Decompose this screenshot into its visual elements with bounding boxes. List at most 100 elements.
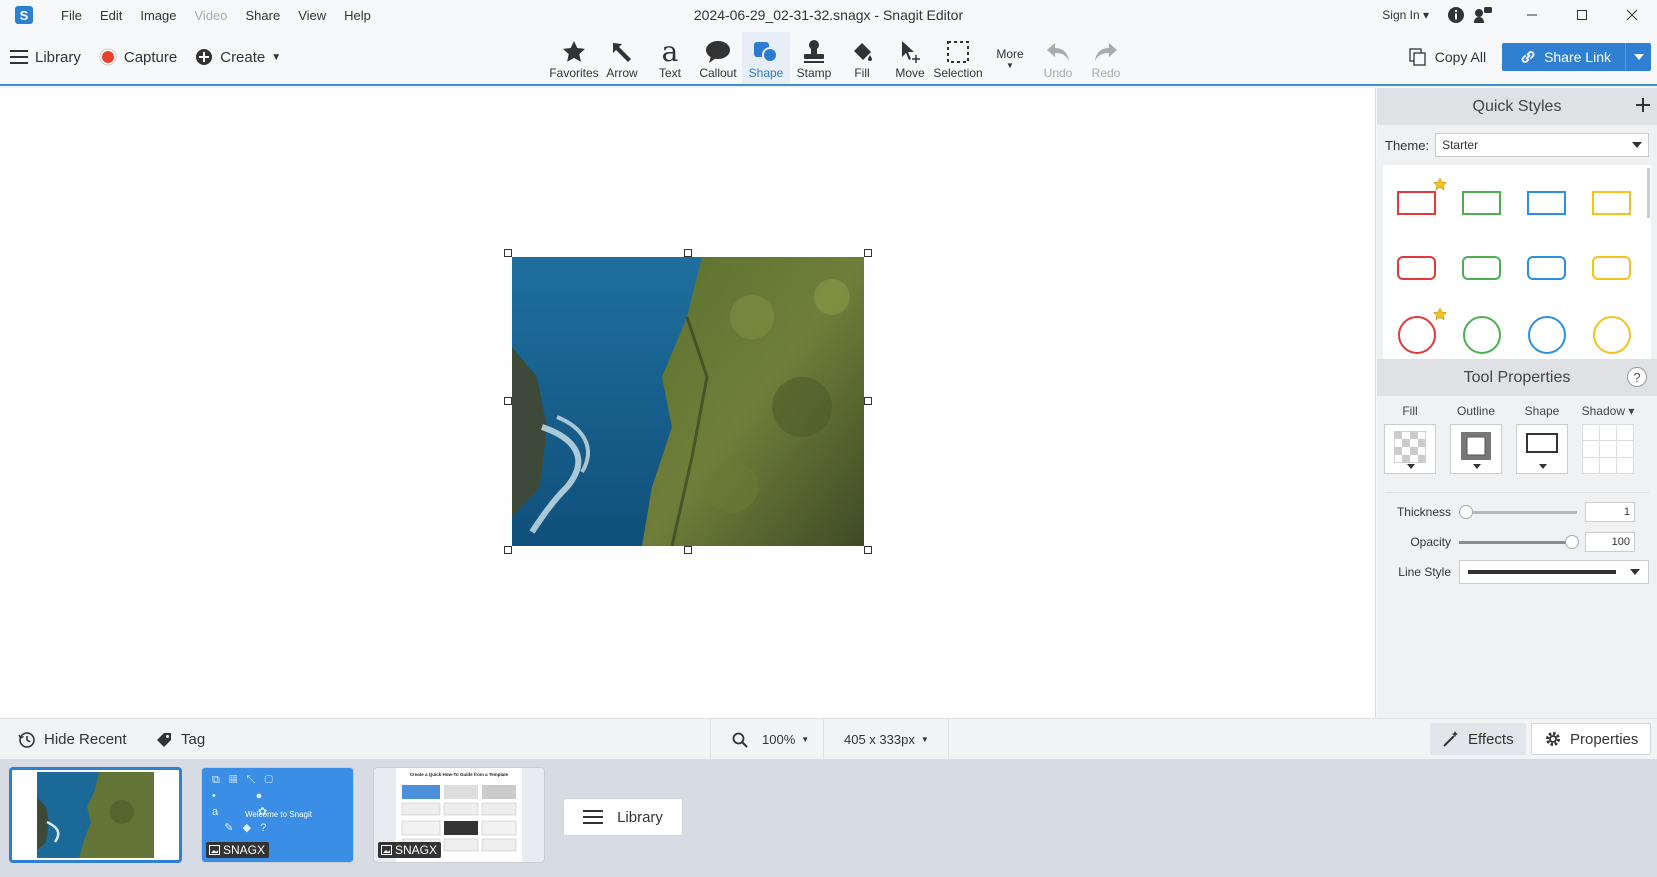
resize-handle-r[interactable]: [864, 397, 872, 405]
chevron-down-icon: ▼: [920, 735, 929, 744]
style-circle-green[interactable]: [1463, 316, 1501, 354]
maximize-button[interactable]: [1557, 0, 1607, 30]
resize-handle-t[interactable]: [684, 249, 692, 257]
shadow-grid[interactable]: [1582, 424, 1634, 474]
tool-move-label: Move: [895, 66, 925, 80]
right-panel: Quick Styles Theme: Starter Tool Propert…: [1377, 88, 1657, 718]
tool-properties-title: Tool Properties: [1463, 368, 1571, 386]
tool-move[interactable]: Move: [886, 32, 934, 84]
style-rounded-blue[interactable]: [1527, 256, 1566, 280]
copy-all-button[interactable]: Copy All: [1409, 48, 1486, 66]
style-rect-green[interactable]: [1462, 191, 1501, 215]
menu-image[interactable]: Image: [131, 8, 185, 23]
thumb-doc-title: Create a Quick How-To Guide from a Templ…: [409, 772, 509, 777]
style-circle-blue[interactable]: [1528, 316, 1566, 354]
thickness-input[interactable]: 1: [1585, 502, 1635, 522]
tool-undo-label: Undo: [1043, 66, 1073, 80]
tool-text-label: Text: [658, 66, 681, 80]
recent-captures-tray: Welcome to Snagit ⧉ ▦ ↖ ▢ • ● a ✿ ✎ ◆ ? SN…: [0, 759, 1657, 877]
sign-in-button[interactable]: Sign In ▾: [1382, 8, 1429, 22]
capture-button[interactable]: Capture: [99, 48, 177, 66]
thickness-slider[interactable]: [1459, 504, 1577, 519]
tool-text[interactable]: a Text: [646, 32, 694, 84]
share-link-button[interactable]: Share Link: [1502, 43, 1625, 71]
shadow-property[interactable]: Shadow ▾: [1575, 404, 1641, 486]
menu-video[interactable]: Video: [186, 8, 237, 23]
shape-swatch[interactable]: [1516, 424, 1568, 474]
history-icon: [18, 731, 35, 748]
tool-shape[interactable]: Shape: [742, 32, 790, 84]
help-icon[interactable]: ?: [1627, 367, 1647, 387]
style-circle-yellow[interactable]: [1593, 316, 1631, 354]
thickness-label: Thickness: [1396, 505, 1451, 519]
info-icon[interactable]: [1447, 6, 1465, 24]
resize-handle-l[interactable]: [504, 397, 512, 405]
dimensions-control[interactable]: 405 x 333px ▼: [844, 719, 929, 760]
quick-styles-title: Quick Styles: [1472, 97, 1562, 115]
recent-thumb-2[interactable]: Welcome to Snagit ⧉ ▦ ↖ ▢ • ● a ✿ ✎ ◆ ? SN…: [201, 767, 354, 863]
tool-more[interactable]: More ▼: [986, 32, 1034, 84]
tool-fill[interactable]: Fill: [838, 32, 886, 84]
properties-button[interactable]: Properties: [1531, 723, 1652, 755]
effects-button[interactable]: Effects: [1430, 723, 1526, 755]
tray-library-label: Library: [617, 808, 663, 826]
opacity-knob[interactable]: [1565, 534, 1579, 549]
tray-library-button[interactable]: Library: [563, 798, 683, 836]
share-dropdown-button[interactable]: [1625, 43, 1651, 71]
hide-recent-button[interactable]: Hide Recent: [18, 719, 127, 760]
tool-stamp[interactable]: Stamp: [790, 32, 838, 84]
shape-property[interactable]: Shape: [1509, 404, 1575, 486]
tool-strip: Favorites Arrow a Text Callout Shape Sta…: [549, 32, 1130, 84]
minimize-button[interactable]: [1507, 0, 1557, 30]
fill-swatch[interactable]: [1384, 424, 1436, 474]
menu-file[interactable]: File: [52, 8, 91, 23]
editor-canvas[interactable]: [0, 88, 1376, 718]
recent-thumb-3[interactable]: Create a Quick How-To Guide from a Templ…: [373, 767, 545, 863]
tool-callout-label: Callout: [699, 66, 737, 80]
tool-callout[interactable]: Callout: [694, 32, 742, 84]
menu-edit[interactable]: Edit: [91, 8, 131, 23]
style-rounded-green[interactable]: [1462, 256, 1501, 280]
library-button[interactable]: Library: [10, 49, 81, 66]
resize-handle-tr[interactable]: [864, 249, 872, 257]
style-rounded-red[interactable]: [1397, 256, 1436, 280]
style-rect-yellow[interactable]: [1592, 191, 1631, 215]
resize-handle-bl[interactable]: [504, 546, 512, 554]
tool-arrow[interactable]: Arrow: [598, 32, 646, 84]
thickness-knob[interactable]: [1459, 504, 1473, 519]
feedback-icon[interactable]: [1473, 6, 1493, 24]
style-rect-red[interactable]: [1397, 191, 1436, 215]
tool-undo[interactable]: Undo: [1034, 32, 1082, 84]
resize-handle-br[interactable]: [864, 546, 872, 554]
resize-handle-b[interactable]: [684, 546, 692, 554]
style-rounded-yellow[interactable]: [1592, 256, 1631, 280]
zoom-control[interactable]: 100% ▼: [732, 719, 809, 760]
menu-view[interactable]: View: [289, 8, 335, 23]
menu-share[interactable]: Share: [237, 8, 290, 23]
close-button[interactable]: [1607, 0, 1657, 30]
redo-icon: [1095, 43, 1117, 61]
tool-selection[interactable]: Selection: [933, 32, 983, 84]
style-rect-blue[interactable]: [1527, 191, 1566, 215]
opacity-slider[interactable]: [1459, 534, 1579, 549]
tool-favorites[interactable]: Favorites: [549, 32, 599, 84]
create-button[interactable]: Create ▼: [195, 48, 281, 66]
tag-icon: [157, 732, 171, 747]
fill-property[interactable]: Fill: [1377, 404, 1443, 486]
canvas-image[interactable]: [504, 249, 872, 554]
theme-dropdown[interactable]: Starter: [1435, 133, 1649, 157]
solid-line-icon: [1468, 570, 1616, 574]
opacity-input[interactable]: 100: [1585, 532, 1635, 552]
add-style-icon[interactable]: [1635, 97, 1651, 118]
copy-icon: [1409, 48, 1426, 66]
menu-help[interactable]: Help: [335, 8, 380, 23]
tag-button[interactable]: Tag: [155, 719, 205, 760]
resize-handle-tl[interactable]: [504, 249, 512, 257]
styles-scrollbar[interactable]: [1647, 168, 1650, 218]
outline-property[interactable]: Outline: [1443, 404, 1509, 486]
style-circle-red[interactable]: [1398, 316, 1436, 354]
outline-swatch[interactable]: [1450, 424, 1502, 474]
recent-thumb-1[interactable]: [9, 767, 182, 863]
line-style-dropdown[interactable]: [1459, 560, 1649, 584]
tool-redo[interactable]: Redo: [1082, 32, 1130, 84]
